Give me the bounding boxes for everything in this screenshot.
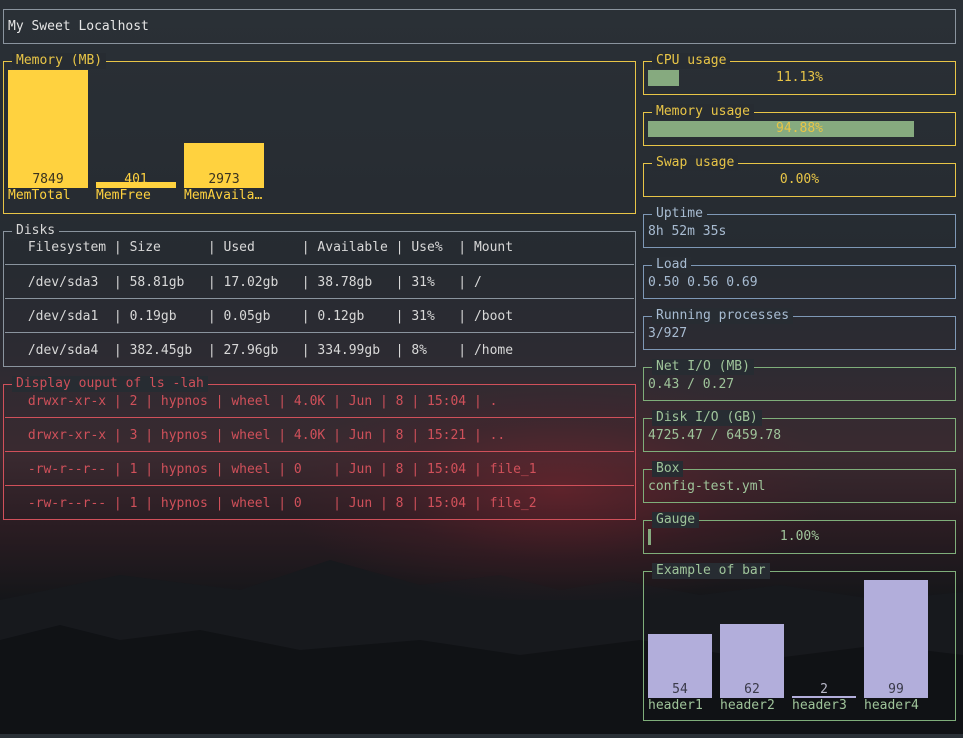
net-io-panel: Net I/O (MB) 0.43 / 0.27 [643,359,956,401]
disk-io-value: 4725.47 / 6459.78 [648,428,782,443]
box-title: Box [652,461,684,477]
table-divider [5,264,634,265]
example-bar-bar [864,580,928,698]
memory-chart-category-label: MemTotal [8,188,71,203]
example-bar-value-label: 2 [820,682,828,697]
memory-chart-category-label: MemFree [96,188,151,203]
disks-panel: Disks Filesystem | Size | Used | Availab… [3,223,636,367]
example-bar-value-label: 62 [744,682,760,697]
header-panel: My Sweet Localhost [3,9,956,44]
uptime-value: 8h 52m 35s [648,224,727,239]
gauge-value: 1.00% [779,529,820,544]
example-bar-title: Example of bar [652,563,770,579]
processes-panel: Running processes 3/927 [643,308,956,350]
table-divider [5,298,634,299]
table-row[interactable]: /dev/sda1 | 0.19gb | 0.05gb | 0.12gb | 3… [20,309,513,325]
table-row[interactable]: drwxr-xr-x | 2 | hypnos | wheel | 4.0K |… [20,394,498,410]
table-divider [5,417,634,418]
table-row[interactable]: -rw-r--r-- | 1 | hypnos | wheel | 0 | Ju… [20,462,537,478]
ls-panel: Display ouput of ls -lah drwxr-xr-x | 2 … [3,376,636,520]
cpu-usage-title: CPU usage [652,53,731,69]
example-bar-category-label: header2 [720,698,775,713]
memory-usage-title: Memory usage [652,104,754,120]
memory-chart-category-label: MemAvaila… [184,188,263,203]
memory-chart-value-label: 401 [124,172,148,187]
disk-io-title: Disk I/O (GB) [652,410,762,426]
example-bar-panel: Example of bar 54 header1 62 header2 2 header… [643,563,956,721]
example-bar-category-label: header4 [864,698,919,713]
net-io-value: 0.43 / 0.27 [648,377,735,392]
memory-chart-bar [8,70,88,188]
memory-chart-value-label: 7849 [32,172,64,187]
uptime-panel: Uptime 8h 52m 35s [643,206,956,248]
load-panel: Load 0.50 0.56 0.69 [643,257,956,299]
cpu-usage-panel: CPU usage 11.13% [643,53,956,95]
box-panel: Box config-test.yml [643,461,956,503]
swap-usage-value: 0.00% [779,172,820,187]
memory-chart-value-label: 2973 [208,172,240,187]
memory-chart-title: Memory (MB) [12,53,107,69]
example-bar-category-label: header3 [792,698,847,713]
page-title: My Sweet Localhost [8,19,149,34]
table-row[interactable]: drwxr-xr-x | 3 | hypnos | wheel | 4.0K |… [20,428,505,444]
swap-usage-panel: Swap usage 0.00% [643,155,956,197]
example-bar-category-label: header1 [648,698,703,713]
memory-usage-panel: Memory usage 94.88% [643,104,956,146]
table-divider [5,451,634,452]
disk-io-panel: Disk I/O (GB) 4725.47 / 6459.78 [643,410,956,452]
example-bar-value-label: 99 [888,682,904,697]
disks-title: Disks [12,223,60,239]
box-value: config-test.yml [648,479,766,494]
net-io-title: Net I/O (MB) [652,359,754,375]
swap-usage-title: Swap usage [652,155,739,171]
table-divider [5,485,634,486]
table-divider [5,332,634,333]
table-row[interactable]: -rw-r--r-- | 1 | hypnos | wheel | 0 | Ju… [20,496,537,512]
processes-value: 3/927 [648,326,688,341]
table-row[interactable]: /dev/sda3 | 58.81gb | 17.02gb | 38.78gb … [20,275,482,291]
processes-title: Running processes [652,308,794,324]
memory-usage-value: 94.88% [776,121,823,136]
table-row[interactable]: /dev/sda4 | 382.45gb | 27.96gb | 334.99g… [20,343,513,359]
memory-chart-panel: Memory (MB) 7849 MemTotal 401 MemFree 2973 Me… [3,53,636,214]
gauge-panel: Gauge 1.00% [643,512,956,554]
ls-title: Display ouput of ls -lah [12,376,208,392]
cpu-usage-value: 11.13% [776,70,823,85]
uptime-title: Uptime [652,206,707,222]
load-title: Load [652,257,692,273]
disks-table-header: Filesystem | Size | Used | Available | U… [20,240,514,255]
example-bar-value-label: 54 [672,682,688,697]
load-value: 0.50 0.56 0.69 [648,275,758,290]
gauge-title: Gauge [652,512,700,528]
